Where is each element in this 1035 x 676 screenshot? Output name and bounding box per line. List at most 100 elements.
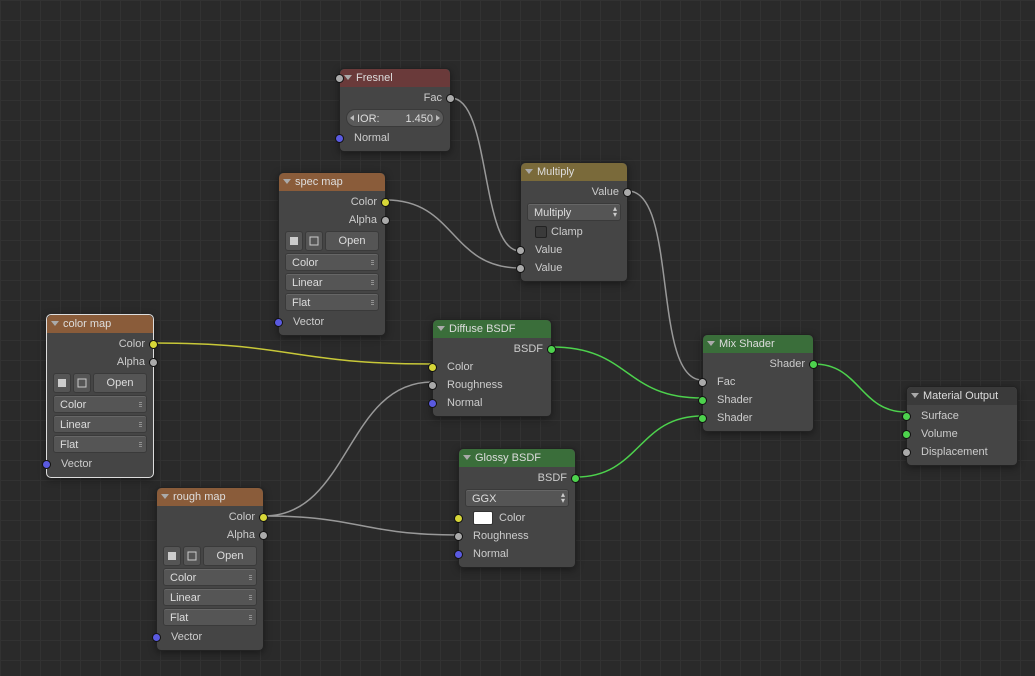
node-mix-shader[interactable]: Mix Shader Shader Fac Shader Shader [702, 334, 814, 432]
socket-out-alpha[interactable] [381, 216, 390, 225]
interpolation-dropdown[interactable]: Linear [53, 415, 147, 433]
node-multiply[interactable]: Multiply Value Multiply▴▾ Clamp Value Va… [520, 162, 628, 282]
socket-out-shader[interactable] [809, 360, 818, 369]
node-header[interactable]: color map [47, 315, 153, 333]
image-new-button[interactable] [73, 373, 91, 393]
input-roughness: Roughness [433, 376, 551, 394]
image-browse-button[interactable] [163, 546, 181, 566]
socket-in-vector[interactable] [42, 460, 51, 469]
image-new-button[interactable] [305, 231, 323, 251]
clamp-label: Clamp [551, 226, 583, 238]
output-alpha: Alpha [157, 526, 263, 544]
socket-in-vector[interactable] [152, 633, 161, 642]
node-fresnel[interactable]: Fresnel Fac IOR:1.450 Normal [339, 68, 451, 152]
socket-in-displacement[interactable] [902, 448, 911, 457]
socket-in-shader1[interactable] [698, 396, 707, 405]
node-diffuse-bsdf[interactable]: Diffuse BSDF BSDF Color Roughness Normal [432, 319, 552, 417]
input-color: Color [459, 509, 575, 527]
input-vector: Vector [157, 628, 263, 646]
node-title: rough map [173, 491, 226, 503]
socket-in-ior[interactable] [335, 74, 344, 83]
operation-dropdown[interactable]: Multiply▴▾ [527, 203, 621, 221]
input-color: Color [433, 358, 551, 376]
node-title: spec map [295, 176, 343, 188]
image-open-button[interactable]: Open [203, 546, 257, 566]
socket-out-color[interactable] [381, 198, 390, 207]
socket-in-normal[interactable] [454, 550, 463, 559]
socket-out-value[interactable] [623, 188, 632, 197]
output-color: Color [157, 508, 263, 526]
image-open-button[interactable]: Open [325, 231, 379, 251]
node-title: Diffuse BSDF [449, 323, 515, 335]
socket-in-surface[interactable] [902, 412, 911, 421]
image-browse-button[interactable] [285, 231, 303, 251]
socket-in-shader2[interactable] [698, 414, 707, 423]
interpolation-dropdown[interactable]: Linear [285, 273, 379, 291]
node-header[interactable]: spec map [279, 173, 385, 191]
output-alpha: Alpha [47, 353, 153, 371]
clamp-row[interactable]: Clamp [521, 223, 627, 241]
input-value2: Value [521, 259, 627, 277]
socket-out-alpha[interactable] [149, 358, 158, 367]
node-header[interactable]: Mix Shader [703, 335, 813, 353]
output-fac: Fac [340, 89, 450, 107]
node-header[interactable]: Fresnel [340, 69, 450, 87]
socket-in-value2[interactable] [516, 264, 525, 273]
socket-in-volume[interactable] [902, 430, 911, 439]
socket-in-normal[interactable] [428, 399, 437, 408]
projection-dropdown[interactable]: Flat [163, 608, 257, 626]
image-open-button[interactable]: Open [93, 373, 147, 393]
socket-in-color[interactable] [454, 514, 463, 523]
input-surface: Surface [907, 407, 1017, 425]
input-fac: Fac [703, 373, 813, 391]
node-rough-map[interactable]: rough map Color Alpha Open Color Linear … [156, 487, 264, 651]
socket-out-fac[interactable] [446, 94, 455, 103]
socket-in-vector[interactable] [274, 318, 283, 327]
socket-in-roughness[interactable] [428, 381, 437, 390]
interpolation-dropdown[interactable]: Linear [163, 588, 257, 606]
socket-in-fac[interactable] [698, 378, 707, 387]
socket-out-alpha[interactable] [259, 531, 268, 540]
input-vector: Vector [279, 313, 385, 331]
output-alpha: Alpha [279, 211, 385, 229]
node-title: Fresnel [356, 72, 393, 84]
node-header[interactable]: Multiply [521, 163, 627, 181]
node-title: color map [63, 318, 111, 330]
color-swatch[interactable] [473, 511, 493, 525]
distribution-dropdown[interactable]: GGX▴▾ [465, 489, 569, 507]
node-header[interactable]: Glossy BSDF [459, 449, 575, 467]
image-open-bar: Open [53, 373, 147, 393]
socket-in-value1[interactable] [516, 246, 525, 255]
node-title: Multiply [537, 166, 574, 178]
projection-dropdown[interactable]: Flat [53, 435, 147, 453]
image-open-bar: Open [285, 231, 379, 251]
colorspace-dropdown[interactable]: Color [285, 253, 379, 271]
output-bsdf: BSDF [433, 340, 551, 358]
node-material-output[interactable]: Material Output Surface Volume Displacem… [906, 386, 1018, 466]
socket-out-color[interactable] [259, 513, 268, 522]
socket-in-normal[interactable] [335, 134, 344, 143]
colorspace-dropdown[interactable]: Color [53, 395, 147, 413]
clamp-checkbox[interactable] [535, 226, 547, 238]
image-open-bar: Open [163, 546, 257, 566]
image-browse-button[interactable] [53, 373, 71, 393]
colorspace-dropdown[interactable]: Color [163, 568, 257, 586]
input-normal: Normal [340, 129, 450, 147]
node-header[interactable]: rough map [157, 488, 263, 506]
node-header[interactable]: Material Output [907, 387, 1017, 405]
node-header[interactable]: Diffuse BSDF [433, 320, 551, 338]
socket-out-bsdf[interactable] [571, 474, 580, 483]
output-value: Value [521, 183, 627, 201]
socket-in-color[interactable] [428, 363, 437, 372]
image-new-button[interactable] [183, 546, 201, 566]
socket-out-bsdf[interactable] [547, 345, 556, 354]
projection-dropdown[interactable]: Flat [285, 293, 379, 311]
node-color-map[interactable]: color map Color Alpha Open Color Linear … [46, 314, 154, 478]
node-title: Glossy BSDF [475, 452, 541, 464]
ior-field[interactable]: IOR:1.450 [346, 109, 444, 127]
node-glossy-bsdf[interactable]: Glossy BSDF BSDF GGX▴▾ Color Roughness N… [458, 448, 576, 568]
node-spec-map[interactable]: spec map Color Alpha Open Color Linear F… [278, 172, 386, 336]
socket-out-color[interactable] [149, 340, 158, 349]
output-color: Color [47, 335, 153, 353]
socket-in-roughness[interactable] [454, 532, 463, 541]
